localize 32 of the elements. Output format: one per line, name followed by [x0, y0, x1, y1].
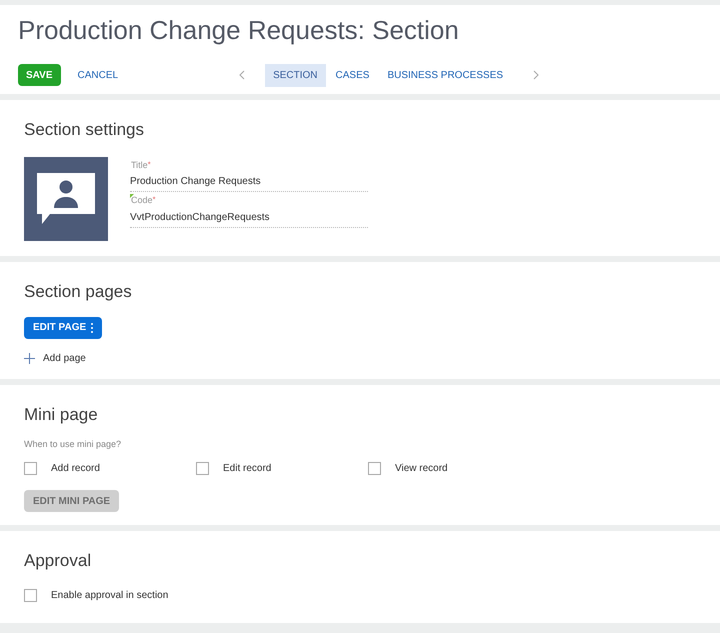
text-field[interactable]: Production Change Requests: [130, 172, 368, 192]
field-label: Code: [131, 194, 153, 207]
page-title: Production Change Requests: Section: [18, 14, 460, 47]
required-mark: *: [148, 158, 151, 170]
section-heading: Approval: [24, 550, 92, 572]
edit-page-button[interactable]: EDIT PAGE: [24, 316, 102, 338]
checkbox[interactable]: [24, 462, 37, 475]
save-button[interactable]: SAVE: [18, 64, 60, 86]
tab[interactable]: CASES: [328, 64, 378, 86]
checkbox-label: Add record: [51, 462, 100, 476]
field-label: Title: [131, 158, 148, 172]
chat-user-icon: [37, 172, 95, 224]
tab[interactable]: BUSINESS PROCESSES: [379, 64, 512, 86]
checkbox[interactable]: [196, 462, 209, 475]
checkbox-label: Enable approval in section: [51, 588, 168, 602]
cancel-link[interactable]: CANCEL: [76, 68, 120, 82]
plus-icon[interactable]: [24, 352, 35, 364]
add-page-link[interactable]: Add page: [43, 350, 86, 366]
checkbox[interactable]: [368, 462, 381, 475]
checkbox-label: View record: [395, 462, 448, 476]
section-heading: Section settings: [24, 119, 146, 141]
required-mark: *: [152, 194, 156, 206]
checkbox[interactable]: [24, 588, 37, 602]
checkbox-label: Edit record: [223, 462, 272, 476]
prompt-text: When to use mini page?: [24, 438, 122, 451]
section-heading: Mini page: [24, 404, 99, 426]
tab[interactable]: SECTION: [265, 64, 326, 86]
text-field[interactable]: VvtProductionChangeRequests: [130, 208, 368, 228]
chevron-right-icon[interactable]: [533, 70, 540, 80]
section-heading: Section pages: [24, 281, 133, 303]
more-icon: [91, 322, 94, 332]
chevron-left-icon[interactable]: [239, 70, 246, 80]
